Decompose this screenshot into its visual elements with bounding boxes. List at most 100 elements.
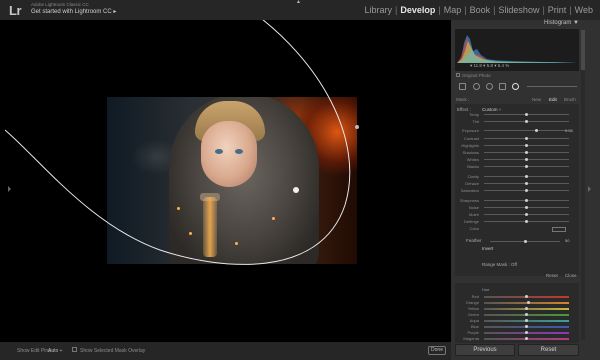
module-library[interactable]: Library [362, 5, 394, 15]
hsl-label: Aqua [469, 318, 479, 323]
hsl-label: Orange [465, 300, 479, 305]
hsl-thumb[interactable] [525, 337, 528, 340]
original-photo-label: Original Photo [462, 73, 491, 78]
radial-filter-ellipse[interactable] [4, 20, 351, 265]
slider-thumb[interactable] [525, 120, 528, 123]
canvas-toolbar: Show Edit Pins : Auto ÷ Show Selected Ma… [0, 342, 451, 360]
slider-thumb[interactable] [525, 113, 528, 116]
radial-filter-tool-icon[interactable] [512, 83, 519, 90]
done-button[interactable]: Done [428, 346, 446, 355]
slider-thumb[interactable] [525, 182, 528, 185]
module-slideshow[interactable]: Slideshow [496, 5, 541, 15]
hsl-thumb[interactable] [525, 319, 528, 322]
triangle-right-icon: ▸ [113, 9, 117, 15]
hsl-title: Hue [482, 287, 490, 292]
hsl-thumb[interactable] [525, 325, 528, 328]
slider-label: Blacks [467, 164, 479, 169]
color-swatch[interactable] [552, 227, 566, 232]
range-mask-value: Off [511, 262, 517, 267]
hsl-label: Blue [470, 324, 479, 329]
hsl-label: Red [471, 294, 479, 299]
tool-strip [455, 83, 579, 93]
slider-label: Temp [469, 112, 479, 117]
slider-thumb[interactable] [525, 189, 528, 192]
panel-scrollbar-thumb[interactable] [581, 30, 585, 70]
module-web[interactable]: Web [573, 5, 595, 15]
slider-track[interactable] [484, 130, 569, 131]
feather-label: Feather [466, 238, 482, 243]
app-subtitle[interactable]: Get started with Lightroom CC ▸ [31, 8, 116, 15]
feather-readout: 50 [565, 238, 570, 243]
panel-scrollbar[interactable] [581, 30, 585, 340]
hsl-label: Purple [467, 330, 479, 335]
red-eye-tool-icon[interactable] [486, 83, 493, 90]
lightroom-logo: Lr [9, 3, 22, 18]
slider-thumb[interactable] [525, 213, 528, 216]
module-print[interactable]: Print [546, 5, 569, 15]
invert-checkbox[interactable]: Invert [482, 246, 493, 251]
collapse-top-panel-icon[interactable]: ▲ [296, 0, 301, 5]
original-photo-checkbox[interactable] [456, 73, 460, 77]
slider-thumb[interactable] [525, 137, 528, 140]
mask-reset-button[interactable]: Reset [546, 273, 558, 278]
hsl-label: Yellow [467, 306, 479, 311]
mask-new-button[interactable]: New [532, 97, 541, 102]
edit-pins-dropdown[interactable]: Auto ÷ [48, 348, 62, 354]
mask-edit-button[interactable]: Edit [549, 97, 557, 102]
slider-label: Saturation [460, 188, 479, 193]
top-bar: ▲ Lr Adobe Lightroom Classic CC Get star… [0, 0, 600, 20]
slider-label: Moiré [468, 212, 479, 217]
module-map[interactable]: Map [442, 5, 464, 15]
image-canvas[interactable] [0, 20, 451, 342]
app-title: Adobe Lightroom Classic CC [31, 2, 89, 7]
hsl-thumb[interactable] [525, 313, 528, 316]
radial-filter-handle[interactable] [355, 125, 359, 129]
module-book[interactable]: Book [468, 5, 493, 15]
mask-label: Mask : [456, 97, 470, 102]
chevron-down-icon: ▼ [573, 20, 579, 26]
mask-close-button[interactable]: Close [565, 273, 577, 278]
mask-overlay-checkbox[interactable] [72, 347, 77, 352]
module-develop[interactable]: Develop [398, 5, 437, 15]
slider-thumb[interactable] [525, 220, 528, 223]
feather-thumb[interactable] [523, 240, 527, 243]
graduated-filter-tool-icon[interactable] [499, 83, 506, 90]
slider-thumb[interactable] [525, 199, 528, 202]
hsl-label: Green [467, 312, 479, 317]
hsl-thumb[interactable] [525, 331, 528, 334]
slider-thumb[interactable] [525, 175, 528, 178]
identity-plate-label: Get started with Lightroom CC [31, 9, 112, 15]
hsl-thumb[interactable] [526, 301, 530, 304]
slider-thumb[interactable] [525, 206, 528, 209]
collapse-left-panel-icon[interactable] [8, 186, 11, 192]
mask-brush-button[interactable]: Brush [564, 97, 576, 102]
collapse-right-panel-icon[interactable] [588, 186, 591, 192]
spot-removal-tool-icon[interactable] [473, 83, 480, 90]
radial-filter-overlay[interactable] [0, 20, 451, 342]
color-label: Color [469, 226, 479, 231]
radial-filter-pin[interactable] [293, 187, 299, 193]
slider-thumb[interactable] [525, 165, 528, 168]
slider-label: Noise [468, 205, 479, 210]
slider-label: Exposure [462, 128, 479, 133]
histogram-title: Histogram [544, 20, 572, 26]
hsl-thumb[interactable] [525, 295, 528, 298]
slider-thumb[interactable] [525, 158, 528, 161]
tool-size-slider[interactable] [527, 86, 577, 87]
slider-label: Whites [466, 157, 479, 162]
module-picker: Library | Develop | Map | Book | Slideshow | Print… [362, 5, 595, 15]
slider-label: Tint [472, 119, 479, 124]
slider-thumb[interactable] [525, 144, 528, 147]
previous-button[interactable]: Previous [455, 344, 515, 356]
crop-tool-icon[interactable] [459, 83, 466, 90]
slider-label: Contrast [463, 136, 479, 141]
effect-preset-dropdown[interactable]: Custom ÷ [482, 107, 501, 112]
hsl-label: Magenta [463, 336, 479, 341]
slider-label: Shadows [462, 150, 479, 155]
range-mask-dropdown[interactable]: Range Mask : Off [482, 262, 517, 267]
slider-thumb[interactable] [525, 151, 528, 154]
reset-button[interactable]: Reset [518, 344, 579, 356]
histogram-stats: ▾ 11.8 ▾ 5.8 ▾ 5.4 % [470, 63, 510, 68]
hsl-thumb[interactable] [525, 307, 528, 310]
range-mask-label: Range Mask : [482, 262, 510, 267]
